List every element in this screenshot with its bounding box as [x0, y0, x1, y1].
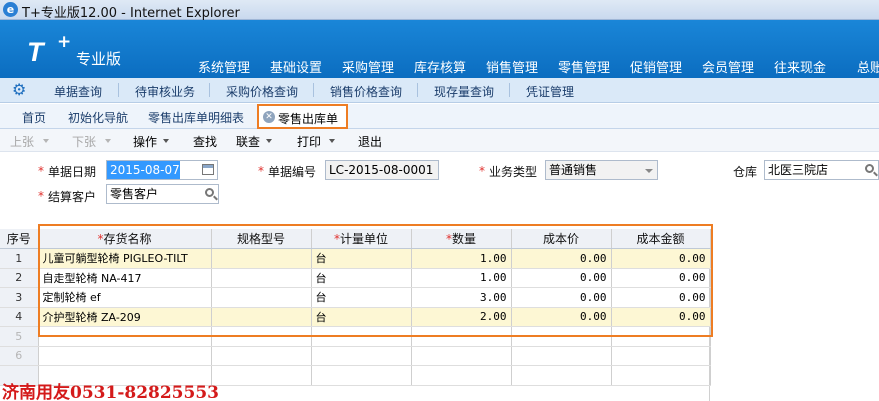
customer-field[interactable]: 零售客户: [106, 184, 219, 204]
warehouse-value: 北医三院店: [768, 163, 829, 177]
doc-code-label: 单据编号: [268, 165, 317, 179]
col-header-cost-price[interactable]: 成本价: [511, 229, 612, 249]
table-row[interactable]: 2 自走型轮椅 NA-417 台 1.00 0.00 0.00: [0, 268, 711, 288]
nav-purchase[interactable]: 采购管理: [342, 57, 394, 76]
biz-type-label: 业务类型: [489, 165, 538, 179]
tab-retail-detail[interactable]: 零售出库单明细表: [148, 109, 244, 126]
gear-icon[interactable]: ⚙: [12, 81, 26, 99]
nav-member[interactable]: 会员管理: [702, 57, 754, 76]
app-logo-letter: T: [27, 37, 43, 67]
chevron-down-icon: [105, 139, 111, 143]
window-title: T+专业版12.00 - Internet Explorer: [22, 6, 240, 21]
detail-grid: 序号 *存货名称 规格型号 *计量单位 *数量 成本价 成本金额 1 儿童可躺型…: [0, 229, 711, 401]
table-row[interactable]: 1 儿童可躺型轮椅 PIGLEO-TILT 台 1.00 0.00 0.00: [0, 248, 711, 269]
chevron-down-icon: [43, 139, 49, 143]
app-logo-text: 专业版: [76, 50, 122, 68]
required-mark: *: [479, 164, 485, 178]
col-header-unit[interactable]: *计量单位: [311, 229, 412, 249]
window-title-bar: e T+专业版12.00 - Internet Explorer: [0, 0, 879, 21]
divider: [417, 83, 418, 97]
divider: [313, 83, 314, 97]
warehouse-label: 仓库: [733, 165, 758, 179]
divider: [118, 83, 119, 97]
prev-button[interactable]: 上张: [10, 133, 34, 150]
nav-system[interactable]: 系统管理: [198, 57, 250, 76]
nav-basic-settings[interactable]: 基础设置: [270, 57, 322, 76]
calendar-icon[interactable]: [202, 164, 214, 175]
warehouse-field[interactable]: 北医三院店: [764, 160, 879, 180]
doc-code-field[interactable]: LC-2015-08-0001: [325, 160, 439, 180]
tab-home[interactable]: 首页: [22, 109, 46, 126]
chevron-down-icon: [163, 139, 169, 143]
quick-pending-review[interactable]: 待审核业务: [135, 83, 195, 100]
tab-bar: 首页 初始化导航 零售出库单明细表: [0, 104, 879, 129]
search-icon[interactable]: [205, 188, 214, 197]
quick-stock-query[interactable]: 现存量查询: [434, 83, 494, 100]
nav-promotion[interactable]: 促销管理: [630, 57, 682, 76]
required-mark: *: [38, 164, 44, 178]
tab-label: 零售出库单: [278, 112, 339, 126]
required-mark: *: [258, 164, 264, 178]
table-row[interactable]: 5: [0, 326, 711, 347]
operate-button[interactable]: 操作: [133, 133, 157, 150]
chevron-down-icon: [329, 139, 335, 143]
customer-value: 零售客户: [110, 187, 159, 201]
toolbar: 上张 下张 操作 查找 联查 打印 退出: [0, 129, 879, 152]
col-header-qty[interactable]: *数量: [411, 229, 512, 249]
close-icon[interactable]: ✕: [263, 111, 275, 123]
nav-ledger[interactable]: 总账: [857, 57, 879, 76]
link-query-button[interactable]: 联查: [236, 133, 260, 150]
divider: [209, 83, 210, 97]
divider: [509, 83, 510, 97]
chevron-down-icon: [645, 169, 653, 173]
nav-cash[interactable]: 往来现金: [774, 57, 826, 76]
required-mark: *: [38, 189, 44, 203]
date-label: 单据日期: [48, 165, 97, 179]
exit-button[interactable]: 退出: [358, 133, 382, 150]
app-header: T + 专业版 系统管理 基础设置 采购管理 库存核算 销售管理 零售管理 促销…: [0, 20, 879, 78]
print-button[interactable]: 打印: [297, 133, 321, 150]
quick-purchase-price[interactable]: 采购价格查询: [226, 83, 298, 100]
grid-header-row: 序号 *存货名称 规格型号 *计量单位 *数量 成本价 成本金额: [0, 229, 711, 249]
table-row[interactable]: 3 定制轮椅 ef 台 3.00 0.00 0.00: [0, 287, 711, 308]
chevron-down-icon: [266, 139, 272, 143]
col-header-cost-amount[interactable]: 成本金额: [611, 229, 711, 249]
customer-label: 结算客户: [48, 190, 97, 204]
nav-retail[interactable]: 零售管理: [558, 57, 610, 76]
tab-init-guide[interactable]: 初始化导航: [68, 109, 128, 126]
table-row[interactable]: 6: [0, 346, 711, 366]
document-header-form: * 单据日期 2015-08-07 * 单据编号 LC-2015-08-0001…: [0, 152, 879, 228]
ie-logo-icon: e: [3, 2, 18, 17]
find-button[interactable]: 查找: [193, 133, 217, 150]
app-logo-plus: +: [57, 32, 72, 52]
nav-sales[interactable]: 销售管理: [486, 57, 538, 76]
col-header-spec[interactable]: 规格型号: [211, 229, 312, 249]
tab-retail-outbound[interactable]: ✕ 零售出库单: [257, 104, 348, 129]
search-icon[interactable]: [865, 164, 874, 173]
biz-type-select[interactable]: 普通销售: [545, 160, 658, 180]
quick-nav-bar: ⚙ 单据查询 待审核业务 采购价格查询 销售价格查询 现存量查询 凭证管理: [0, 78, 879, 103]
quick-voucher[interactable]: 凭证管理: [526, 83, 574, 100]
col-header-idx: 序号: [0, 229, 39, 249]
col-header-name[interactable]: *存货名称: [38, 229, 212, 249]
biz-type-value: 普通销售: [549, 163, 598, 177]
watermark-text: 济南用友0531-82825553: [2, 383, 219, 401]
quick-sales-price[interactable]: 销售价格查询: [330, 83, 402, 100]
nav-inventory[interactable]: 库存核算: [414, 57, 466, 76]
next-button[interactable]: 下张: [72, 133, 96, 150]
quick-doc-query[interactable]: 单据查询: [54, 83, 102, 100]
table-row[interactable]: 4 介护型轮椅 ZA-209 台 2.00 0.00 0.00: [0, 307, 711, 327]
date-field[interactable]: 2015-08-07: [106, 160, 218, 180]
